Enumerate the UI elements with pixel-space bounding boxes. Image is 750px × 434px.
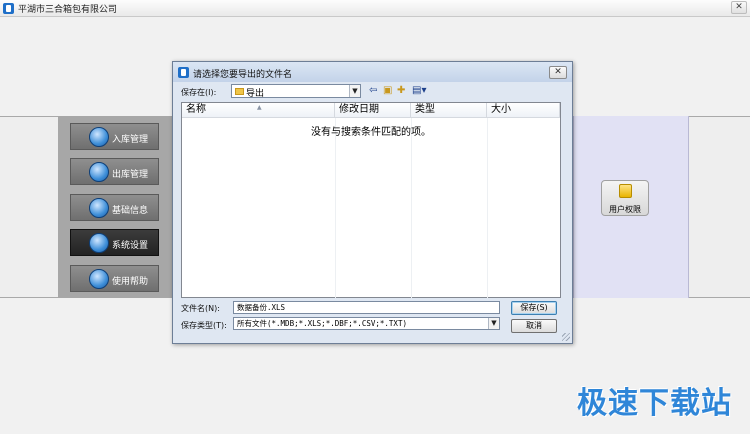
- user-permission-button[interactable]: 用户权限: [601, 180, 649, 216]
- outbound-icon: [89, 162, 109, 182]
- folder-icon: [235, 88, 244, 95]
- menu-item-system-settings[interactable]: 系统设置: [70, 229, 159, 256]
- main-title-bar: 平湖市三合箱包有限公司 ✕: [0, 0, 750, 17]
- save-in-label: 保存在(I):: [181, 88, 217, 97]
- column-modified-date-label: 修改日期: [339, 104, 379, 115]
- filetype-dropdown[interactable]: 所有文件(*.MDB;*.XLS;*.DBF;*.CSV;*.TXT) ▼: [233, 317, 500, 330]
- settings-icon: [89, 233, 109, 253]
- main-window-title: 平湖市三合箱包有限公司: [18, 5, 118, 15]
- dialog-title-bar: 请选择您要导出的文件名 ✕: [173, 62, 572, 82]
- column-type[interactable]: 类型: [411, 103, 487, 118]
- column-size-label: 大小: [491, 104, 511, 115]
- up-folder-icon[interactable]: ▣: [383, 85, 392, 97]
- column-name-label: 名称: [186, 104, 206, 115]
- column-divider: [487, 118, 488, 298]
- column-divider: [335, 118, 336, 298]
- dialog-app-icon: [178, 67, 189, 78]
- save-button[interactable]: 保存(S): [511, 301, 557, 315]
- info-icon: [89, 198, 109, 218]
- column-modified-date[interactable]: 修改日期: [335, 103, 411, 118]
- inbound-icon: [89, 127, 109, 147]
- menu-item-label: 使用帮助: [112, 277, 149, 287]
- user-permission-label: 用户权限: [609, 205, 641, 214]
- save-in-value: 导出: [246, 89, 265, 99]
- cancel-button[interactable]: 取消: [511, 319, 557, 333]
- menu-item-help[interactable]: 使用帮助: [70, 265, 159, 292]
- menu-item-basic-info[interactable]: 基础信息: [70, 194, 159, 221]
- column-name[interactable]: 名称 ▲: [182, 103, 335, 118]
- filetype-value: 所有文件(*.MDB;*.XLS;*.DBF;*.CSV;*.TXT): [237, 319, 407, 328]
- filetype-label: 保存类型(T):: [181, 321, 227, 330]
- filename-input[interactable]: 数据备份.XLS: [233, 301, 500, 314]
- save-in-dropdown[interactable]: 导出 ▼: [231, 84, 361, 99]
- help-icon: [89, 269, 109, 289]
- dialog-close-button[interactable]: ✕: [549, 66, 567, 79]
- column-size[interactable]: 大小: [487, 103, 560, 118]
- chevron-down-icon: ▼: [349, 85, 360, 97]
- new-folder-icon[interactable]: ✚: [397, 85, 405, 97]
- menu-item-label: 出库管理: [112, 170, 149, 180]
- back-icon[interactable]: ⇦: [369, 85, 377, 97]
- menu-item-label: 入库管理: [112, 135, 149, 145]
- main-close-button[interactable]: ✕: [731, 1, 747, 14]
- column-divider: [411, 118, 412, 298]
- column-type-label: 类型: [415, 104, 435, 115]
- sort-arrow-icon: ▲: [257, 104, 262, 111]
- menu-item-inbound[interactable]: 入库管理: [70, 123, 159, 150]
- filename-label: 文件名(N):: [181, 304, 220, 313]
- menu-item-outbound[interactable]: 出库管理: [70, 158, 159, 185]
- view-menu-icon[interactable]: ▤▾: [412, 85, 426, 97]
- empty-list-message: 没有与搜索条件匹配的项。: [311, 127, 431, 138]
- site-watermark: 极速下载站: [577, 386, 732, 421]
- menu-item-label: 基础信息: [112, 206, 149, 216]
- save-file-dialog: 请选择您要导出的文件名 ✕ 保存在(I): 导出 ▼ ⇦ ▣ ✚ ▤▾ 名称 ▲…: [172, 61, 573, 344]
- resize-grip[interactable]: [562, 333, 570, 341]
- dialog-title: 请选择您要导出的文件名: [193, 70, 293, 80]
- menu-item-label: 系统设置: [112, 241, 149, 251]
- user-permission-icon: [619, 184, 632, 198]
- chevron-down-icon: ▼: [488, 318, 499, 329]
- file-list[interactable]: 名称 ▲ 修改日期 类型 大小 没有与搜索条件匹配的项。: [181, 102, 561, 298]
- app-icon: [3, 3, 14, 14]
